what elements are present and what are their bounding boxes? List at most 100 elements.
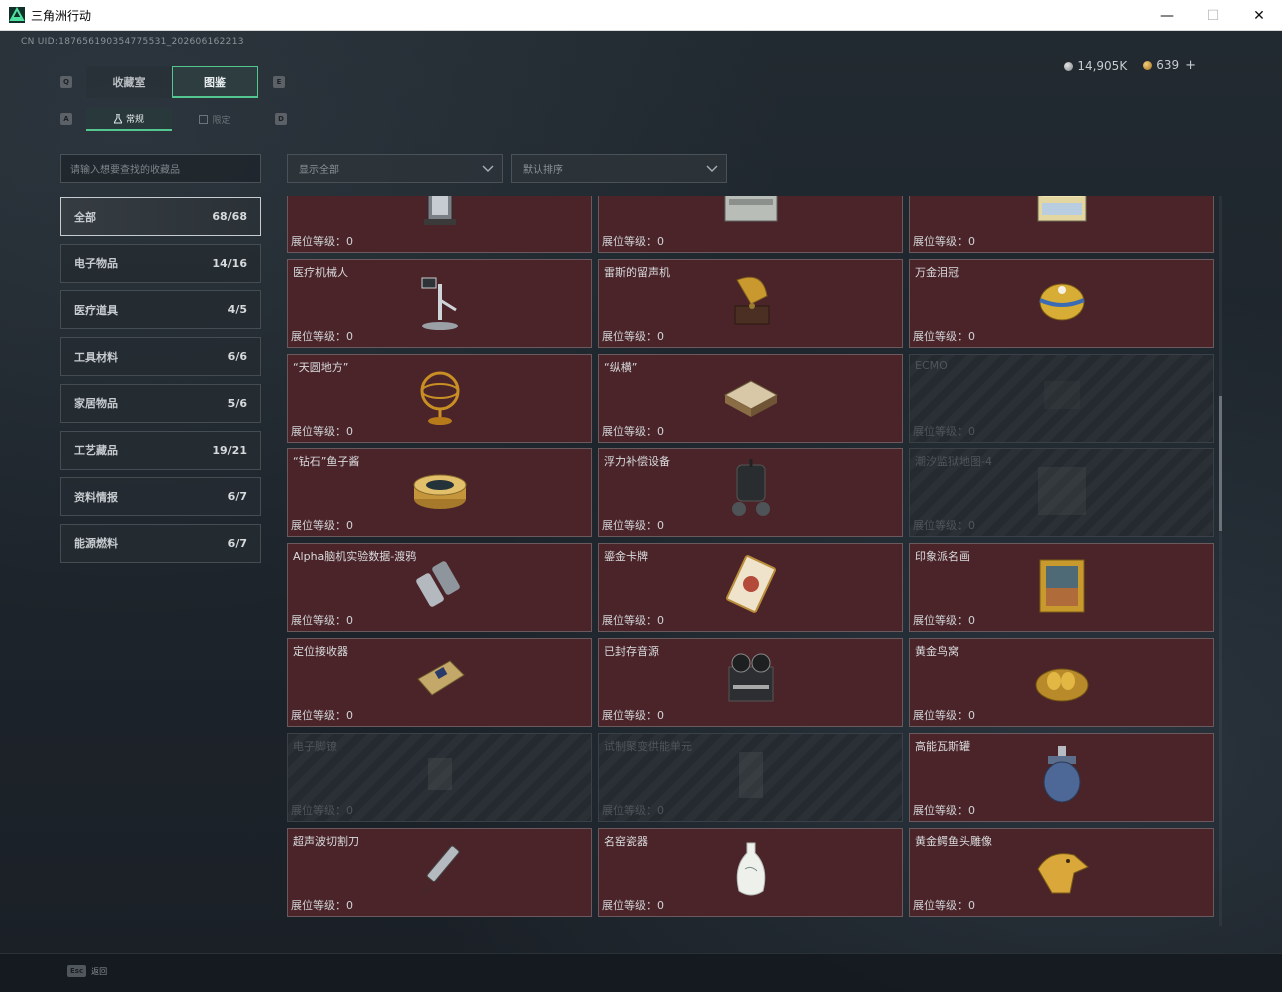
display-level-value: 0 xyxy=(968,519,975,533)
display-level-label: 展位等级： xyxy=(913,803,968,817)
collection-card[interactable]: 已封存音源 展位等级：0 xyxy=(598,638,903,727)
back-button[interactable]: Esc 返回 xyxy=(67,965,107,977)
display-level: 展位等级：0 xyxy=(913,612,975,628)
display-level: 展位等级：0 xyxy=(291,423,353,439)
display-level-label: 展位等级： xyxy=(913,614,968,628)
esc-key-hint: Esc xyxy=(67,965,87,977)
display-level: 展位等级：0 xyxy=(602,802,664,818)
display-level-value: 0 xyxy=(968,424,975,438)
medical-robot-icon xyxy=(421,277,458,330)
grid-scrollbar[interactable] xyxy=(1219,196,1222,926)
collection-card[interactable]: 名窑瓷器 展位等级：0 xyxy=(598,827,903,917)
main-tabs: 收藏室 图鉴 xyxy=(86,66,258,98)
collection-card[interactable]: 电子脚镣 展位等级：0 xyxy=(287,732,592,822)
minimize-button[interactable]: — xyxy=(1144,0,1190,31)
maximize-button[interactable]: ☐ xyxy=(1190,0,1236,31)
subtab-regular[interactable]: 常规 xyxy=(86,108,172,131)
display-level-value: 0 xyxy=(346,235,353,248)
display-level: 展位等级：0 xyxy=(291,897,353,913)
scrollbar-thumb[interactable] xyxy=(1219,396,1222,531)
collection-card[interactable]: 浮力补偿设备 展位等级：0 xyxy=(598,448,903,538)
category-item[interactable]: 能源燃料 6/7 xyxy=(60,523,261,563)
display-level-value: 0 xyxy=(657,614,664,628)
display-level-value: 0 xyxy=(657,898,664,912)
display-level-label: 展位等级： xyxy=(291,614,346,628)
display-level: 展位等级：0 xyxy=(913,802,975,818)
display-level-label: 展位等级： xyxy=(913,329,968,343)
item-name: 黄金鸟窝 xyxy=(915,645,959,658)
item-name: 鎏金卡牌 xyxy=(604,550,648,564)
tab-prev-key-hint: Q xyxy=(60,76,72,88)
category-item[interactable]: 工具材料 6/6 xyxy=(60,337,261,377)
display-level-value: 0 xyxy=(657,519,664,533)
collection-card[interactable]: 黄金鸟窝 展位等级：0 xyxy=(909,638,1214,727)
item-name: 电子脚镣 xyxy=(293,739,337,753)
category-item[interactable]: 资料情报 6/7 xyxy=(60,477,261,517)
item-name: 黄金鳄鱼头雕像 xyxy=(915,834,992,848)
tab-collection-room[interactable]: 收藏室 xyxy=(86,66,172,98)
collection-card[interactable]: 高能瓦斯罐 展位等级：0 xyxy=(909,732,1214,822)
add-currency-button[interactable]: + xyxy=(1185,58,1196,73)
app-logo-icon xyxy=(9,7,25,23)
collection-card[interactable]: 展位等级：0 xyxy=(287,196,592,253)
collection-card[interactable]: 定位接收器 展位等级：0 xyxy=(287,638,592,727)
collection-card[interactable]: ECMO 展位等级：0 xyxy=(909,353,1214,443)
display-level-value: 0 xyxy=(968,803,975,817)
display-level-value: 0 xyxy=(346,424,353,438)
item-name: 雷斯的留声机 xyxy=(604,265,670,279)
gold-currency: 639 + xyxy=(1143,58,1196,73)
collection-card[interactable]: 潮汐监狱地图-4 展位等级：0 xyxy=(909,448,1214,538)
item-name: 试制聚变供能单元 xyxy=(604,739,692,753)
display-level-label: 展位等级： xyxy=(913,519,968,533)
collection-card[interactable]: 展位等级：0 xyxy=(909,196,1214,253)
collection-card[interactable]: Alpha脑机实验数据-渡鸦 展位等级：0 xyxy=(287,543,592,633)
category-item[interactable]: 家居物品 5/6 xyxy=(60,383,261,423)
collection-card[interactable]: 医疗机械人 展位等级：0 xyxy=(287,258,592,348)
collection-card[interactable]: “纵横” 展位等级：0 xyxy=(598,353,903,443)
category-item[interactable]: 电子物品 14/16 xyxy=(60,243,261,283)
subtab-limited[interactable]: 限定 xyxy=(172,108,258,131)
display-level: 展位等级：0 xyxy=(602,897,664,913)
category-item[interactable]: 全部 68/68 xyxy=(60,197,261,236)
collection-card[interactable]: 试制聚变供能单元 展位等级：0 xyxy=(598,732,903,822)
chevron-down-icon xyxy=(706,165,718,172)
item-name: 超声波切割刀 xyxy=(293,834,359,848)
tab-catalog[interactable]: 图鉴 xyxy=(172,66,258,98)
display-level: 展位等级：0 xyxy=(291,517,353,533)
collection-card[interactable]: 印象派名画展位等级：0 xyxy=(909,543,1214,633)
item-name: “钻石”鱼子酱 xyxy=(293,455,360,469)
collection-card[interactable]: “天圆地方” 展位等级：0 xyxy=(287,353,592,443)
sort-dropdown[interactable]: 默认排序 xyxy=(511,154,727,183)
collection-card[interactable]: 展位等级：0 xyxy=(598,196,903,253)
display-filter-value: 显示全部 xyxy=(299,165,339,176)
display-level-label: 展位等级： xyxy=(291,329,346,343)
chess-box-icon xyxy=(723,380,779,417)
display-level-label: 展位等级： xyxy=(291,709,346,722)
item-name: 印象派名画 xyxy=(915,550,970,564)
category-item[interactable]: 医疗道具 4/5 xyxy=(60,290,261,330)
collection-card[interactable]: 黄金鳄鱼头雕像 展位等级：0 xyxy=(909,827,1214,917)
display-level: 展位等级：0 xyxy=(602,612,664,628)
category-label: 工艺藏品 xyxy=(74,444,118,457)
search-input[interactable]: 请输入想要查找的收藏品 xyxy=(60,154,261,183)
cylinder-device-icon xyxy=(424,196,456,225)
collection-card[interactable]: “钻石”鱼子酱 展位等级：0 xyxy=(287,448,592,538)
category-item[interactable]: 工艺藏品 19/21 xyxy=(60,430,261,470)
display-level-label: 展位等级： xyxy=(913,235,968,248)
fusion-cell-icon xyxy=(739,751,763,798)
close-button[interactable]: ✕ xyxy=(1236,0,1282,31)
display-level-label: 展位等级： xyxy=(913,709,968,722)
display-level: 展位等级：0 xyxy=(291,233,353,249)
display-filter-dropdown[interactable]: 显示全部 xyxy=(287,154,503,183)
collection-card[interactable]: 万金泪冠 展位等级：0 xyxy=(909,258,1214,348)
collection-card[interactable]: 雷斯的留声机 展位等级：0 xyxy=(598,258,903,348)
item-name: Alpha脑机实验数据-渡鸦 xyxy=(293,550,417,564)
display-level: 展位等级：0 xyxy=(602,233,664,249)
display-level-value: 0 xyxy=(657,424,664,438)
buoyancy-device-icon xyxy=(732,459,770,517)
display-level-value: 0 xyxy=(657,329,664,343)
collection-card[interactable]: 超声波切割刀 展位等级：0 xyxy=(287,827,592,917)
display-level-label: 展位等级： xyxy=(602,709,657,722)
collection-card[interactable]: 鎏金卡牌展位等级：0 xyxy=(598,543,903,633)
display-level-label: 展位等级： xyxy=(913,898,968,912)
